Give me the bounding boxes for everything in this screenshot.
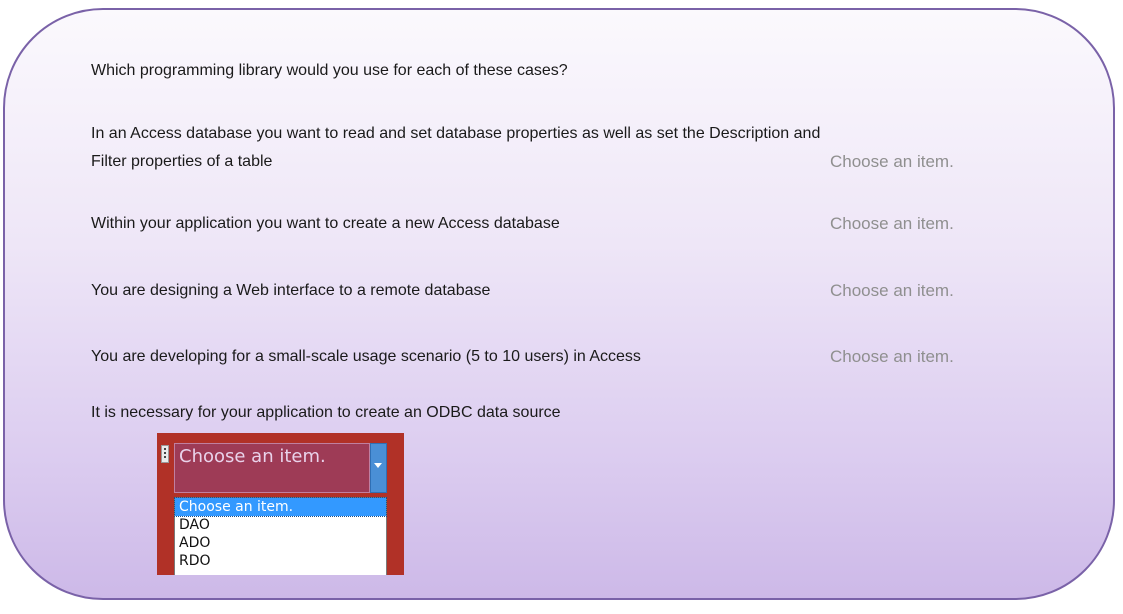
case-1-text-line-2: Filter properties of a table: [91, 153, 273, 170]
dropdown-option-dao[interactable]: DAO: [175, 516, 386, 534]
question-heading: Which programming library would you use …: [91, 62, 568, 79]
dropdown-example: Choose an item. Choose an item. DAO ADO …: [157, 433, 404, 575]
content-control-handle-icon[interactable]: [161, 445, 169, 463]
dropdown-options-list: Choose an item. DAO ADO RDO: [174, 497, 387, 575]
case-5-text: It is necessary for your application to …: [91, 404, 561, 421]
case-4-choice-dropdown[interactable]: Choose an item.: [830, 344, 954, 370]
dropdown-current-value: Choose an item.: [179, 446, 326, 467]
dropdown-arrow-button[interactable]: [370, 443, 387, 493]
case-3-choice-dropdown[interactable]: Choose an item.: [830, 278, 954, 304]
case-2-choice-dropdown[interactable]: Choose an item.: [830, 211, 954, 237]
chevron-down-icon: [374, 463, 382, 468]
case-1-choice-dropdown[interactable]: Choose an item.: [830, 149, 954, 175]
dropdown-field[interactable]: Choose an item.: [174, 443, 370, 493]
dropdown-option-placeholder[interactable]: Choose an item.: [174, 497, 387, 517]
case-2-text: Within your application you want to crea…: [91, 215, 560, 232]
case-1-text-line-1: In an Access database you want to read a…: [91, 125, 821, 142]
case-4-text: You are developing for a small-scale usa…: [91, 348, 641, 365]
case-3-text: You are designing a Web interface to a r…: [91, 282, 491, 299]
dropdown-option-rdo[interactable]: RDO: [175, 552, 386, 570]
dropdown-option-ado[interactable]: ADO: [175, 534, 386, 552]
